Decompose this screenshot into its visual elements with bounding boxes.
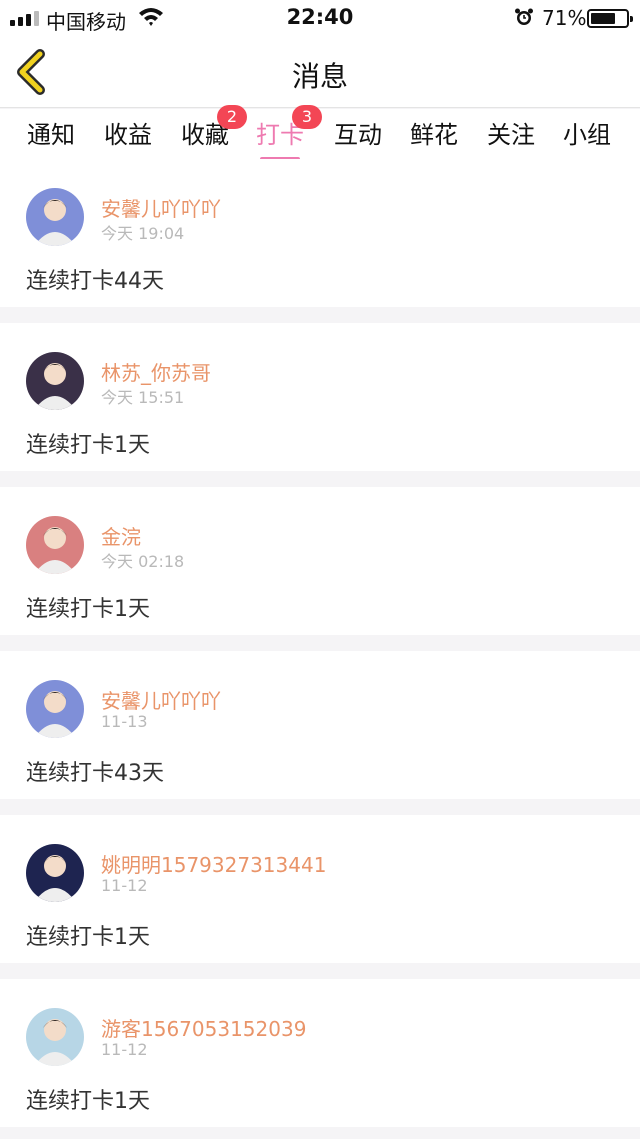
tab-5[interactable]: 鲜花 xyxy=(399,115,469,150)
tab-6[interactable]: 关注 xyxy=(476,115,546,150)
message-time: 今天 02:18 xyxy=(101,552,185,571)
nav-bar: 消息 xyxy=(0,36,640,108)
tab-2[interactable]: 收藏 2 xyxy=(170,105,247,150)
tab-7[interactable]: 小组 xyxy=(552,115,622,150)
message-text: 连续打卡1天 xyxy=(26,1089,150,1114)
avatar[interactable] xyxy=(26,680,84,738)
tab-label: 收益 xyxy=(104,121,152,149)
tab-label: 鲜花 xyxy=(410,121,458,149)
message-text: 连续打卡44天 xyxy=(26,269,164,294)
tab-label: 通知 xyxy=(27,121,75,149)
avatar[interactable] xyxy=(26,352,84,410)
message-text: 连续打卡1天 xyxy=(26,597,150,622)
tab-badge: 3 xyxy=(292,105,322,129)
username[interactable]: 林苏_你苏哥 xyxy=(101,357,211,386)
username[interactable]: 安馨儿吖吖吖 xyxy=(101,685,221,714)
tab-label: 互动 xyxy=(334,121,382,149)
username[interactable]: 姚明明1579327313441 xyxy=(101,849,326,878)
battery-percent: 71% xyxy=(542,6,587,30)
message-time: 今天 15:51 xyxy=(101,388,185,407)
username[interactable]: 安馨儿吖吖吖 xyxy=(101,193,221,222)
message-card[interactable]: 游客1567053152039 11-12 连续打卡1天 xyxy=(0,979,640,1127)
message-text: 连续打卡43天 xyxy=(26,761,164,786)
battery-icon xyxy=(587,9,633,28)
message-time: 11-13 xyxy=(101,712,148,731)
avatar[interactable] xyxy=(26,1008,84,1066)
alarm-icon xyxy=(515,8,533,25)
message-card[interactable]: 林苏_你苏哥今天 15:51 连续打卡1天 xyxy=(0,323,640,471)
username[interactable]: 金浣 xyxy=(101,521,141,550)
tab-1[interactable]: 收益 xyxy=(93,115,163,150)
tab-0[interactable]: 通知 xyxy=(16,115,86,150)
message-card[interactable]: 安馨儿吖吖吖今天 19:04 连续打卡44天 xyxy=(0,159,640,307)
avatar[interactable] xyxy=(26,844,84,902)
page-title: 消息 xyxy=(291,60,348,93)
tab-bar: 通知 收益 收藏 2 打卡 3 互动 鲜花 关注 小组 xyxy=(0,105,640,161)
message-time: 今天 19:04 xyxy=(101,224,185,243)
message-time: 11-12 xyxy=(101,1040,148,1059)
message-card[interactable]: 安馨儿吖吖吖 11-13 连续打卡43天 xyxy=(0,651,640,799)
tab-3[interactable]: 打卡 3 xyxy=(245,105,322,161)
username[interactable]: 游客1567053152039 xyxy=(101,1013,306,1042)
message-text: 连续打卡1天 xyxy=(26,925,150,950)
message-card[interactable]: 金浣今天 02:18 连续打卡1天 xyxy=(0,487,640,635)
tab-4[interactable]: 互动 xyxy=(323,115,393,150)
avatar[interactable] xyxy=(26,516,84,574)
message-text: 连续打卡1天 xyxy=(26,433,150,458)
status-bar: 中国移动 22:40 71% xyxy=(0,0,640,36)
tab-label: 小组 xyxy=(563,121,611,149)
avatar[interactable] xyxy=(26,188,84,246)
message-time: 11-12 xyxy=(101,876,148,895)
tab-badge: 2 xyxy=(217,105,247,129)
message-card[interactable]: 姚明明1579327313441 11-12 连续打卡1天 xyxy=(0,815,640,963)
tab-label: 关注 xyxy=(487,121,535,149)
